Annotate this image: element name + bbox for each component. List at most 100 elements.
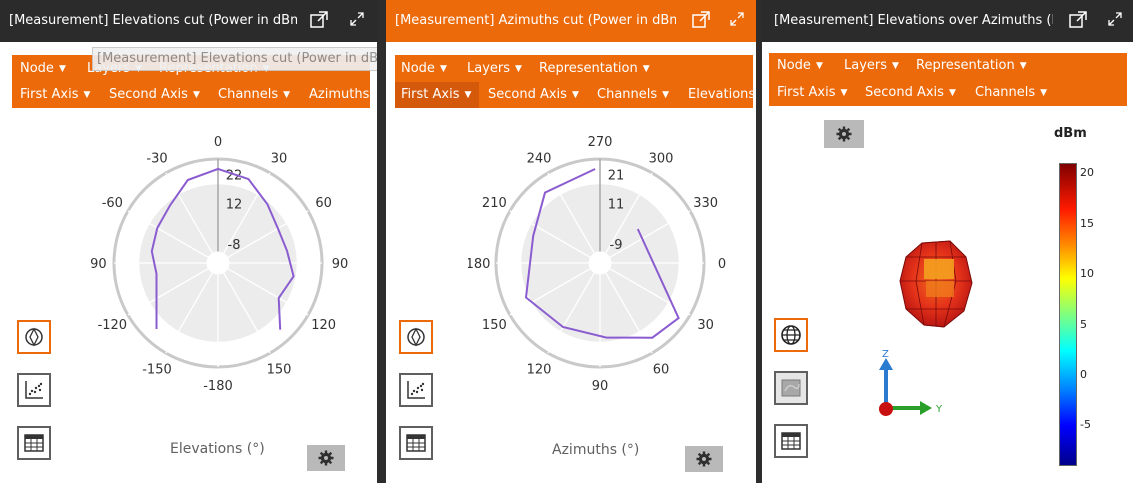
panel-divider[interactable]: [377, 0, 386, 483]
angle-tick-label: -180: [203, 379, 233, 394]
z-axis-label: Z: [882, 349, 889, 360]
menu-label: First Axis: [401, 87, 460, 102]
node-menu[interactable]: Node ▼: [397, 56, 451, 82]
caret-down-icon: ▼: [1040, 88, 1048, 98]
gear-icon: [696, 451, 712, 467]
popout-icon[interactable]: [309, 10, 329, 30]
settings-button[interactable]: [307, 445, 345, 471]
layers-menu[interactable]: Layers ▼: [463, 56, 526, 82]
representation-menu[interactable]: Representation ▼: [912, 53, 1031, 79]
settings-button[interactable]: [824, 120, 864, 148]
angle-tick-label: -120: [98, 318, 128, 333]
menu-label: Layers: [467, 61, 511, 76]
colorbar-unit: dBm: [1054, 126, 1087, 141]
caret-down-icon: ▼: [192, 90, 200, 100]
caret-down-icon: ▼: [571, 90, 579, 100]
angle-tick-label: 90: [332, 257, 349, 272]
radial-tick-label: 21: [608, 169, 625, 184]
panel-title: [Measurement] Elevations over Azimuths (…: [774, 13, 1053, 28]
caret-down-icon: ▼: [515, 64, 522, 74]
node-menu[interactable]: Node ▼: [773, 53, 827, 79]
second-axis-menu[interactable]: Second Axis ▼: [484, 82, 583, 108]
menu-label: Second Axis: [865, 85, 944, 100]
table-view-button[interactable]: [774, 424, 808, 458]
surface-view-icon: [781, 379, 801, 397]
menu-label: Representation: [539, 61, 638, 76]
first-axis-menu[interactable]: First Axis ▼: [395, 82, 480, 108]
elevations-menu[interactable]: Elevations: [684, 82, 756, 108]
scatter-view-button[interactable]: [399, 373, 433, 407]
angle-tick-label: 30: [271, 151, 288, 166]
second-axis-menu[interactable]: Second Axis ▼: [105, 82, 204, 108]
toolbar-row-1: Node ▼ Layers ▼ Representation ▼: [769, 53, 1127, 79]
colorbar-tick: -5: [1080, 418, 1091, 431]
node-menu[interactable]: Node ▼: [16, 56, 70, 82]
scatter-view-button[interactable]: [17, 373, 51, 407]
x-axis-title: Azimuths (°): [552, 442, 640, 458]
axis-triad: Z Y: [879, 349, 943, 416]
menu-label: Elevations: [688, 87, 756, 102]
first-axis-menu[interactable]: First Axis ▼: [16, 82, 94, 108]
angle-tick-label: 120: [527, 363, 552, 378]
caret-down-icon: ▼: [815, 61, 823, 71]
angle-tick-label: 150: [482, 318, 507, 333]
channels-menu[interactable]: Channels ▼: [214, 82, 294, 108]
toolbar-row-2: First Axis ▼ Second Axis ▼ Channels ▼ Azimu…: [12, 82, 370, 108]
angle-tick-label: 120: [311, 318, 336, 333]
globe-view-button[interactable]: [774, 318, 808, 352]
angle-tick-label: 0: [214, 135, 222, 150]
panel-titlebar[interactable]: [Measurement] Elevations over Azimuths (…: [762, 0, 1133, 42]
caret-down-icon: ▼: [283, 90, 291, 100]
second-axis-menu[interactable]: Second Axis ▼: [861, 80, 960, 106]
popout-icon[interactable]: [691, 10, 711, 30]
caret-down-icon: ▼: [662, 90, 670, 100]
settings-button[interactable]: [685, 446, 723, 472]
first-axis-menu[interactable]: First Axis ▼: [773, 80, 851, 106]
gear-icon: [836, 126, 852, 142]
angle-tick-label: 30: [697, 318, 714, 333]
colorbar: [1059, 163, 1077, 466]
panel-titlebar[interactable]: [Measurement] Azimuths cut (Power in dBm…: [386, 0, 756, 42]
radial-tick-label: -9: [610, 238, 623, 253]
azimuths-cut-panel: [Measurement] Azimuths cut (Power in dBm…: [386, 0, 756, 483]
menu-label: Node: [777, 58, 811, 73]
polar-view-icon: [25, 327, 43, 347]
panel-toolbar: Node ▼ Layers ▼ Representation ▼ First Axis…: [769, 53, 1127, 106]
popout-icon[interactable]: [1068, 10, 1088, 30]
maximize-icon[interactable]: [1107, 11, 1123, 27]
menu-label: Azimuths: [309, 87, 370, 102]
angle-tick-label: -30: [146, 151, 167, 166]
surface-view-button[interactable]: [774, 371, 808, 405]
polar-view-button[interactable]: [399, 320, 433, 354]
panel-titlebar[interactable]: [Measurement] Elevations cut (Power in d…: [0, 0, 377, 42]
maximize-icon[interactable]: [349, 11, 365, 27]
polar-view-icon: [407, 327, 425, 347]
caret-down-icon: ▼: [83, 90, 91, 100]
table-view-button[interactable]: [399, 426, 433, 460]
caret-down-icon: ▼: [58, 64, 66, 74]
angle-tick-label: 150: [267, 363, 292, 378]
polar-center-hole: [206, 251, 230, 275]
menu-label: Channels: [218, 87, 279, 102]
angle-tick-label: -90: [90, 257, 107, 272]
radial-tick-label: -8: [228, 238, 241, 253]
menu-label: First Axis: [777, 85, 836, 100]
menu-label: Node: [401, 61, 435, 76]
caret-down-icon: ▼: [439, 64, 447, 74]
x-axis-title: Elevations (°): [170, 441, 265, 457]
table-view-button[interactable]: [17, 426, 51, 460]
channels-menu[interactable]: Channels ▼: [971, 80, 1051, 106]
polar-view-button[interactable]: [17, 320, 51, 354]
menu-label: Second Axis: [109, 87, 188, 102]
representation-menu[interactable]: Representation ▼: [535, 56, 654, 82]
angle-tick-label: 240: [527, 151, 552, 166]
channels-menu[interactable]: Channels ▼: [593, 82, 673, 108]
scatter-plot-icon: [25, 381, 43, 399]
maximize-icon[interactable]: [729, 11, 745, 27]
scatter-plot-icon: [407, 381, 425, 399]
panel-toolbar: Node ▼ Layers ▼ Representation ▼ First Axis…: [395, 55, 756, 108]
layers-menu[interactable]: Layers ▼: [840, 53, 903, 79]
azimuths-menu[interactable]: Azimuths: [305, 82, 373, 108]
polar-center-hole: [588, 251, 612, 275]
3d-radiation-pattern: [899, 240, 973, 328]
